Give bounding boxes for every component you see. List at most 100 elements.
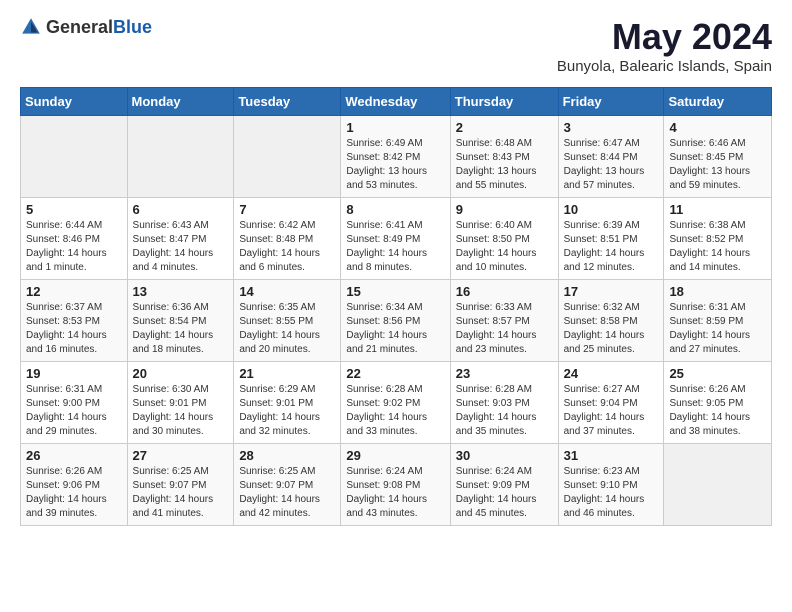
calendar-cell [21, 116, 128, 198]
calendar-cell [664, 444, 772, 526]
logo: GeneralBlue [20, 16, 152, 38]
location-title: Bunyola, Balearic Islands, Spain [557, 58, 772, 75]
day-info: Sunrise: 6:42 AM Sunset: 8:48 PM Dayligh… [239, 219, 335, 275]
day-info: Sunrise: 6:31 AM Sunset: 9:00 PM Dayligh… [26, 383, 122, 439]
day-number: 6 [133, 202, 229, 217]
day-number: 3 [564, 120, 659, 135]
day-number: 30 [456, 448, 553, 463]
logo-icon [20, 16, 42, 38]
day-number: 18 [669, 284, 766, 299]
day-number: 1 [346, 120, 444, 135]
day-info: Sunrise: 6:28 AM Sunset: 9:03 PM Dayligh… [456, 383, 553, 439]
calendar-cell: 4Sunrise: 6:46 AM Sunset: 8:45 PM Daylig… [664, 116, 772, 198]
calendar-cell: 14Sunrise: 6:35 AM Sunset: 8:55 PM Dayli… [234, 280, 341, 362]
calendar-cell: 29Sunrise: 6:24 AM Sunset: 9:08 PM Dayli… [341, 444, 450, 526]
calendar-cell: 7Sunrise: 6:42 AM Sunset: 8:48 PM Daylig… [234, 198, 341, 280]
day-info: Sunrise: 6:31 AM Sunset: 8:59 PM Dayligh… [669, 301, 766, 357]
day-number: 12 [26, 284, 122, 299]
calendar-week-row: 12 Sunrise: 6:37 AM Sunset: 8:53 PM Dayli… [21, 280, 772, 362]
calendar-cell: 17 Sunrise: 6:32 AM Sunset: 8:58 PM Dayli… [558, 280, 664, 362]
title-block: May 2024 Bunyola, Balearic Islands, Spai… [557, 16, 772, 75]
day-info: Sunrise: 6:39 AM Sunset: 8:51 PM Dayligh… [564, 219, 659, 275]
day-info: Sunrise: 6:40 AM Sunset: 8:50 PM Dayligh… [456, 219, 553, 275]
day-number: 10 [564, 202, 659, 217]
calendar-cell: 24 Sunrise: 6:27 AM Sunset: 9:04 PM Dayli… [558, 362, 664, 444]
calendar-cell: 9 Sunrise: 6:40 AM Sunset: 8:50 PM Daylig… [450, 198, 558, 280]
day-info: Sunrise: 6:36 AM Sunset: 8:54 PM Dayligh… [133, 301, 229, 357]
day-info: Sunrise: 6:49 AM Sunset: 8:42 PM Dayligh… [346, 137, 444, 193]
weekday-header-thursday: Thursday [450, 88, 558, 116]
calendar-table: SundayMondayTuesdayWednesdayThursdayFrid… [20, 87, 772, 526]
weekday-header-saturday: Saturday [664, 88, 772, 116]
day-number: 19 [26, 366, 122, 381]
calendar-cell: 25Sunrise: 6:26 AM Sunset: 9:05 PM Dayli… [664, 362, 772, 444]
calendar-week-row: 1 Sunrise: 6:49 AM Sunset: 8:42 PM Daylig… [21, 116, 772, 198]
day-number: 28 [239, 448, 335, 463]
day-info: Sunrise: 6:24 AM Sunset: 9:09 PM Dayligh… [456, 465, 553, 521]
weekday-header-tuesday: Tuesday [234, 88, 341, 116]
calendar-cell: 19 Sunrise: 6:31 AM Sunset: 9:00 PM Dayli… [21, 362, 128, 444]
calendar-cell: 3Sunrise: 6:47 AM Sunset: 8:44 PM Daylig… [558, 116, 664, 198]
calendar-header: SundayMondayTuesdayWednesdayThursdayFrid… [21, 88, 772, 116]
calendar-cell: 22 Sunrise: 6:28 AM Sunset: 9:02 PM Dayli… [341, 362, 450, 444]
day-info: Sunrise: 6:30 AM Sunset: 9:01 PM Dayligh… [133, 383, 229, 439]
calendar-cell: 15 Sunrise: 6:34 AM Sunset: 8:56 PM Dayli… [341, 280, 450, 362]
calendar-cell: 18 Sunrise: 6:31 AM Sunset: 8:59 PM Dayli… [664, 280, 772, 362]
weekday-header-wednesday: Wednesday [341, 88, 450, 116]
day-number: 4 [669, 120, 766, 135]
day-info: Sunrise: 6:34 AM Sunset: 8:56 PM Dayligh… [346, 301, 444, 357]
page-header: GeneralBlue May 2024 Bunyola, Balearic I… [20, 16, 772, 75]
day-number: 15 [346, 284, 444, 299]
weekday-header-monday: Monday [127, 88, 234, 116]
day-info: Sunrise: 6:48 AM Sunset: 8:43 PM Dayligh… [456, 137, 553, 193]
calendar-cell: 30 Sunrise: 6:24 AM Sunset: 9:09 PM Dayli… [450, 444, 558, 526]
calendar-cell: 8Sunrise: 6:41 AM Sunset: 8:49 PM Daylig… [341, 198, 450, 280]
day-number: 31 [564, 448, 659, 463]
day-number: 13 [133, 284, 229, 299]
calendar-cell: 27Sunrise: 6:25 AM Sunset: 9:07 PM Dayli… [127, 444, 234, 526]
day-number: 11 [669, 202, 766, 217]
day-number: 17 [564, 284, 659, 299]
calendar-cell: 12 Sunrise: 6:37 AM Sunset: 8:53 PM Dayli… [21, 280, 128, 362]
day-info: Sunrise: 6:43 AM Sunset: 8:47 PM Dayligh… [133, 219, 229, 275]
calendar-cell: 10 Sunrise: 6:39 AM Sunset: 8:51 PM Dayli… [558, 198, 664, 280]
calendar-week-row: 5Sunrise: 6:44 AM Sunset: 8:46 PM Daylig… [21, 198, 772, 280]
calendar-cell: 6 Sunrise: 6:43 AM Sunset: 8:47 PM Daylig… [127, 198, 234, 280]
day-info: Sunrise: 6:26 AM Sunset: 9:06 PM Dayligh… [26, 465, 122, 521]
day-info: Sunrise: 6:28 AM Sunset: 9:02 PM Dayligh… [346, 383, 444, 439]
calendar-cell: 16Sunrise: 6:33 AM Sunset: 8:57 PM Dayli… [450, 280, 558, 362]
weekday-header-friday: Friday [558, 88, 664, 116]
day-number: 27 [133, 448, 229, 463]
day-info: Sunrise: 6:37 AM Sunset: 8:53 PM Dayligh… [26, 301, 122, 357]
calendar-cell [127, 116, 234, 198]
weekday-header-row: SundayMondayTuesdayWednesdayThursdayFrid… [21, 88, 772, 116]
calendar-cell: 26Sunrise: 6:26 AM Sunset: 9:06 PM Dayli… [21, 444, 128, 526]
calendar-week-row: 26Sunrise: 6:26 AM Sunset: 9:06 PM Dayli… [21, 444, 772, 526]
day-info: Sunrise: 6:44 AM Sunset: 8:46 PM Dayligh… [26, 219, 122, 275]
day-number: 21 [239, 366, 335, 381]
calendar-cell: 1 Sunrise: 6:49 AM Sunset: 8:42 PM Daylig… [341, 116, 450, 198]
calendar-week-row: 19 Sunrise: 6:31 AM Sunset: 9:00 PM Dayli… [21, 362, 772, 444]
day-info: Sunrise: 6:24 AM Sunset: 9:08 PM Dayligh… [346, 465, 444, 521]
day-number: 22 [346, 366, 444, 381]
day-info: Sunrise: 6:32 AM Sunset: 8:58 PM Dayligh… [564, 301, 659, 357]
calendar-cell: 28Sunrise: 6:25 AM Sunset: 9:07 PM Dayli… [234, 444, 341, 526]
day-number: 20 [133, 366, 229, 381]
day-number: 9 [456, 202, 553, 217]
day-number: 23 [456, 366, 553, 381]
calendar-cell: 11Sunrise: 6:38 AM Sunset: 8:52 PM Dayli… [664, 198, 772, 280]
day-number: 2 [456, 120, 553, 135]
weekday-header-sunday: Sunday [21, 88, 128, 116]
day-info: Sunrise: 6:29 AM Sunset: 9:01 PM Dayligh… [239, 383, 335, 439]
day-number: 24 [564, 366, 659, 381]
logo-text-blue: Blue [113, 17, 152, 37]
calendar-cell: 2 Sunrise: 6:48 AM Sunset: 8:43 PM Daylig… [450, 116, 558, 198]
calendar-cell: 31Sunrise: 6:23 AM Sunset: 9:10 PM Dayli… [558, 444, 664, 526]
day-info: Sunrise: 6:27 AM Sunset: 9:04 PM Dayligh… [564, 383, 659, 439]
day-number: 14 [239, 284, 335, 299]
day-number: 16 [456, 284, 553, 299]
logo-text-general: General [46, 17, 113, 37]
day-info: Sunrise: 6:41 AM Sunset: 8:49 PM Dayligh… [346, 219, 444, 275]
day-number: 25 [669, 366, 766, 381]
calendar-cell: 5Sunrise: 6:44 AM Sunset: 8:46 PM Daylig… [21, 198, 128, 280]
